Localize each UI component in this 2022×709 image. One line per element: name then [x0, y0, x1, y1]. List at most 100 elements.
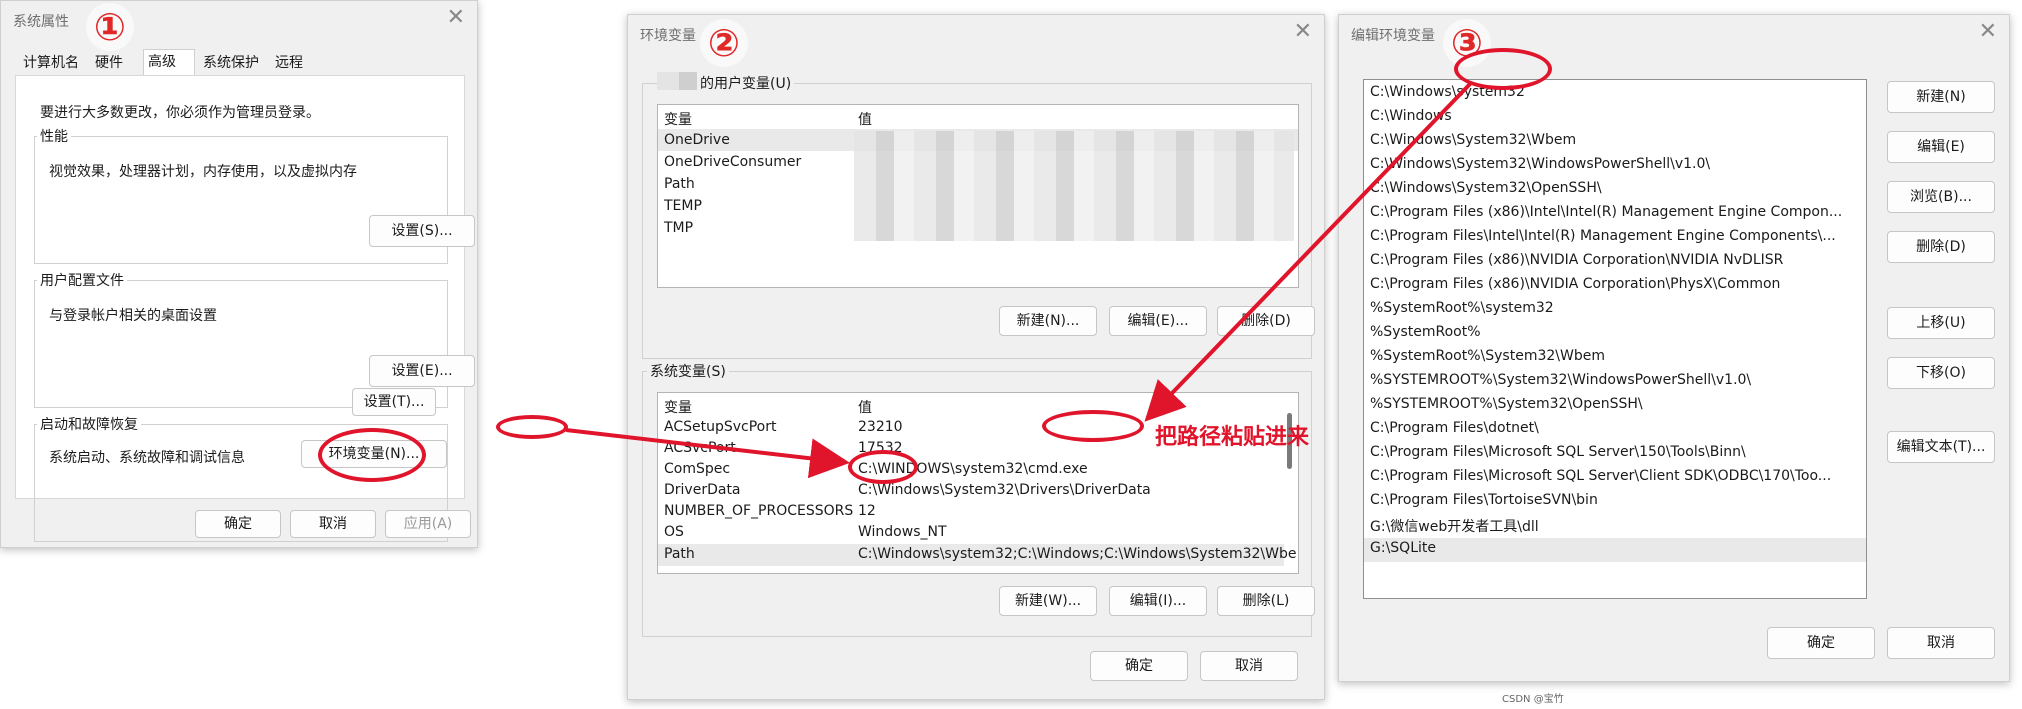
delete-path-button[interactable]: 删除(D): [1887, 231, 1995, 263]
user-profile-label: 用户配置文件: [37, 270, 127, 290]
browse-button[interactable]: 浏览(B)...: [1887, 181, 1995, 213]
performance-label: 性能: [37, 126, 71, 146]
user-delete-button[interactable]: 删除(D): [1217, 306, 1315, 336]
highlight-edit-button: [848, 450, 918, 484]
sys-var-name[interactable]: OS: [664, 524, 684, 540]
w1-cancel-button[interactable]: 取消: [290, 510, 376, 538]
path-item[interactable]: C:\Program Files\Microsoft SQL Server\Cl…: [1370, 468, 1831, 484]
path-item[interactable]: C:\Windows\System32\Wbem: [1370, 132, 1576, 148]
window-title: 编辑环境变量: [1351, 28, 1435, 44]
environment-variables-window: 环境变量 ✕ ② 的用户变量(U) 变量 值 OneDrive OneDrive…: [627, 14, 1325, 700]
new-path-button[interactable]: 新建(N): [1887, 81, 1995, 113]
path-item[interactable]: %SystemRoot%\system32: [1370, 300, 1554, 316]
system-delete-button[interactable]: 删除(L): [1217, 586, 1315, 616]
system-variables-group: 系统变量(S) 变量 值 ACSetupSvcPort 23210 ACSvcP…: [642, 361, 1315, 637]
path-item[interactable]: %SYSTEMROOT%\System32\WindowsPowerShell\…: [1370, 372, 1751, 388]
close-icon[interactable]: ✕: [1979, 19, 1997, 45]
path-item[interactable]: C:\Program Files\Intel\Intel(R) Manageme…: [1370, 228, 1836, 244]
user-variables-label: 的用户变量(U): [697, 73, 795, 93]
tab-computer-name[interactable]: 计算机名: [19, 51, 83, 75]
path-item[interactable]: C:\Windows\System32\OpenSSH\: [1370, 180, 1602, 196]
user-var-row[interactable]: TEMP: [664, 198, 702, 214]
col-header-variable[interactable]: 变量: [664, 397, 692, 417]
startup-recovery-desc: 系统启动、系统故障和调试信息: [49, 450, 245, 466]
user-var-row[interactable]: OneDrive: [664, 132, 730, 148]
sys-var-name[interactable]: DriverData: [664, 482, 741, 498]
sys-var-name[interactable]: NUMBER_OF_PROCESSORS: [664, 503, 853, 519]
tab-system-protection[interactable]: 系统保护: [199, 51, 263, 75]
redacted-username: [657, 72, 697, 90]
edit-environment-variable-window: 编辑环境变量 ✕ ③ C:\Windows\system32 C:\Window…: [1338, 14, 2010, 682]
startup-recovery-settings-button-shown[interactable]: 设置(T)...: [352, 388, 436, 416]
startup-recovery-label: 启动和故障恢复: [37, 414, 141, 434]
ok-button[interactable]: 确定: [1090, 651, 1188, 681]
system-edit-button[interactable]: 编辑(I)...: [1109, 586, 1207, 616]
sys-var-value: Windows_NT: [858, 524, 947, 540]
move-up-button[interactable]: 上移(U): [1887, 307, 1995, 339]
sys-var-value: C:\Windows\system32;C:\Windows;C:\Window…: [858, 546, 1299, 562]
col-header-value[interactable]: 值: [858, 109, 872, 129]
sys-var-value: 12: [858, 503, 876, 519]
sys-var-name[interactable]: ACSetupSvcPort: [664, 419, 776, 435]
performance-settings-button[interactable]: 设置(S)...: [369, 215, 475, 247]
highlight-new-button: [1454, 48, 1552, 90]
path-item[interactable]: C:\Program Files (x86)\Intel\Intel(R) Ma…: [1370, 204, 1842, 220]
path-item[interactable]: %SYSTEMROOT%\System32\OpenSSH\: [1370, 396, 1643, 412]
user-var-row[interactable]: TMP: [664, 220, 693, 236]
path-item[interactable]: %SystemRoot%: [1370, 324, 1481, 340]
path-item[interactable]: C:\Windows: [1370, 108, 1452, 124]
path-item[interactable]: C:\Program Files (x86)\NVIDIA Corporatio…: [1370, 252, 1783, 268]
tab-hardware[interactable]: 硬件: [91, 51, 127, 75]
user-var-row[interactable]: OneDriveConsumer: [664, 154, 801, 170]
highlight-sqlite-entry: [1042, 410, 1144, 442]
redacted-values: [854, 131, 1294, 241]
path-list[interactable]: C:\Windows\system32 C:\Windows C:\Window…: [1363, 79, 1867, 599]
user-edit-button[interactable]: 编辑(E)...: [1109, 306, 1207, 336]
window-title: 环境变量: [640, 28, 696, 44]
col-header-variable[interactable]: 变量: [664, 109, 692, 129]
tab-remote[interactable]: 远程: [271, 51, 307, 75]
path-item[interactable]: C:\Program Files\Microsoft SQL Server\15…: [1370, 444, 1746, 460]
system-new-button[interactable]: 新建(W)...: [999, 586, 1097, 616]
path-item[interactable]: G:\微信web开发者工具\dll: [1370, 516, 1539, 536]
tab-advanced[interactable]: 高级: [143, 49, 195, 76]
close-icon[interactable]: ✕: [1294, 19, 1312, 45]
w1-ok-button[interactable]: 确定: [195, 510, 281, 538]
path-item[interactable]: C:\Program Files\dotnet\: [1370, 420, 1539, 436]
user-var-row[interactable]: Path: [664, 176, 695, 192]
cancel-button[interactable]: 取消: [1887, 627, 1995, 659]
path-item[interactable]: C:\Windows\System32\WindowsPowerShell\v1…: [1370, 156, 1710, 172]
path-item[interactable]: %SystemRoot%\System32\Wbem: [1370, 348, 1605, 364]
edit-text-button[interactable]: 编辑文本(T)...: [1887, 431, 1995, 463]
user-profile-settings-button[interactable]: 设置(E)...: [369, 355, 475, 387]
user-new-button[interactable]: 新建(N)...: [999, 306, 1097, 336]
step-marker-1: ①: [86, 3, 134, 51]
edit-path-button[interactable]: 编辑(E): [1887, 131, 1995, 163]
path-item-selected[interactable]: G:\SQLite: [1370, 540, 1436, 556]
ok-button[interactable]: 确定: [1767, 627, 1875, 659]
cancel-button[interactable]: 取消: [1200, 651, 1298, 681]
annotation-paste-path: 把路径粘贴进来: [1155, 425, 1310, 450]
system-variables-label: 系统变量(S): [647, 361, 729, 381]
admin-note: 要进行大多数更改，你必须作为管理员登录。: [40, 105, 320, 121]
move-down-button[interactable]: 下移(O): [1887, 357, 1995, 389]
sys-var-value: 23210: [858, 419, 903, 435]
sys-var-name[interactable]: ComSpec: [664, 461, 730, 477]
sys-var-name[interactable]: Path: [664, 546, 695, 562]
sys-var-name[interactable]: ACSvcPort: [664, 440, 736, 456]
highlight-env-vars-button: [318, 428, 426, 482]
col-header-value[interactable]: 值: [858, 397, 872, 417]
path-item[interactable]: C:\Program Files (x86)\NVIDIA Corporatio…: [1370, 276, 1780, 292]
close-icon[interactable]: ✕: [447, 5, 465, 31]
watermark: CSDN @宝竹: [1502, 694, 1564, 705]
selected-row-bg: [1364, 538, 1866, 562]
sys-var-value: C:\Windows\System32\Drivers\DriverData: [858, 482, 1151, 498]
performance-group: 性能 视觉效果，处理器计划，内存使用，以及虚拟内存 设置(S)...: [34, 126, 475, 264]
path-item[interactable]: C:\Program Files\TortoiseSVN\bin: [1370, 492, 1598, 508]
user-profile-desc: 与登录帐户相关的桌面设置: [49, 308, 217, 324]
performance-desc: 视觉效果，处理器计划，内存使用，以及虚拟内存: [49, 164, 357, 180]
w1-apply-button[interactable]: 应用(A): [385, 510, 471, 538]
user-variables-group: 的用户变量(U) 变量 值 OneDrive OneDriveConsumer …: [642, 72, 1315, 359]
step-marker-2: ②: [700, 19, 748, 67]
user-variables-list[interactable]: 变量 值 OneDrive OneDriveConsumer Path TEMP…: [657, 104, 1299, 288]
